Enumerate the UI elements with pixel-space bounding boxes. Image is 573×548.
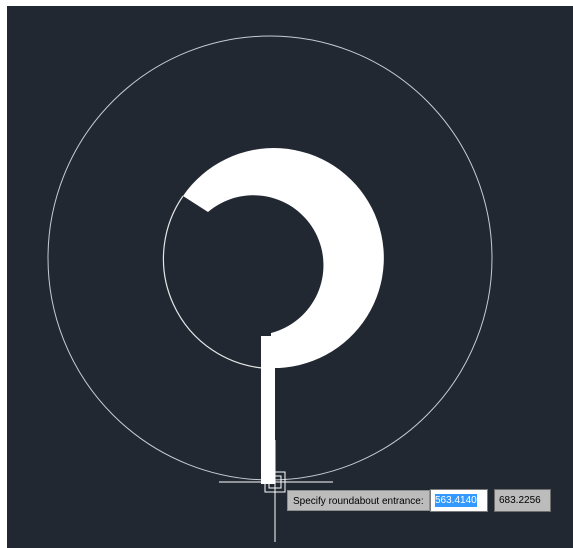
roundabout-inner-guide-arc[interactable] — [162, 195, 263, 369]
y-coordinate-value: 683.2256 — [499, 495, 541, 506]
x-coordinate-input[interactable]: 563.4140 — [430, 489, 488, 512]
y-coordinate-input[interactable]: 683.2256 — [494, 489, 551, 512]
roundabout-road-ring[interactable] — [183, 148, 384, 369]
command-prompt-label: Specify roundabout entrance: — [293, 496, 424, 507]
drawing-viewport[interactable]: Specify roundabout entrance: 563.4140 68… — [7, 6, 573, 548]
command-prompt-tooltip: Specify roundabout entrance: — [287, 490, 430, 511]
x-coordinate-value: 563.4140 — [435, 494, 477, 507]
drawing-svg[interactable] — [7, 6, 573, 548]
entrance-road[interactable] — [261, 336, 275, 484]
